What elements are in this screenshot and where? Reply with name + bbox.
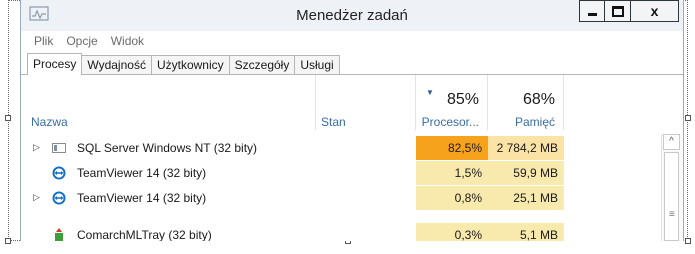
expand-chevron-icon[interactable]: ▷: [33, 142, 40, 153]
process-name: TeamViewer 14 (32 bity): [77, 166, 207, 180]
close-button[interactable]: x: [630, 0, 679, 22]
column-memory-label: Pamięć: [514, 115, 555, 129]
menu-view[interactable]: Widok: [111, 34, 144, 48]
process-cpu: 0,8%: [416, 186, 488, 210]
process-memory: 25,1 MB: [488, 186, 564, 210]
tab-processes[interactable]: Procesy: [27, 53, 83, 75]
process-cpu: 82,5%: [416, 136, 488, 160]
resize-handle-bottom-right[interactable]: [685, 238, 691, 244]
memory-total-percent: 68%: [522, 91, 555, 108]
column-cpu-label: Procesor...: [421, 115, 479, 129]
chevron-up-icon: ^: [669, 136, 674, 147]
maximize-button[interactable]: [604, 0, 631, 22]
teamviewer-icon: [52, 166, 66, 180]
column-header-cpu[interactable]: ▼ 85% Procesor...: [416, 75, 488, 130]
tab-performance[interactable]: Wydajność: [81, 55, 152, 75]
scrollbar-thumb[interactable]: ≡: [664, 152, 679, 241]
process-row[interactable]: ComarchMLTray (32 bity) 0,3% 5,1 MB: [21, 223, 683, 241]
menu-bar: Plik Opcje Widok: [21, 31, 683, 51]
column-name-label: Nazwa: [31, 115, 68, 129]
cpu-total-percent: 85%: [446, 91, 479, 108]
resize-handle-bottom-left[interactable]: [5, 238, 11, 244]
tab-users[interactable]: Użytkownicy: [150, 55, 230, 75]
scroll-up-button[interactable]: ^: [663, 134, 680, 150]
process-row[interactable]: ▷ SQL Server Windows NT (32 bity) 82,5% …: [21, 136, 683, 160]
sql-server-icon: [52, 143, 66, 153]
process-cpu: 0,3%: [416, 223, 488, 241]
process-name: ComarchMLTray (32 bity): [77, 228, 212, 241]
process-name: TeamViewer 14 (32 bity): [77, 191, 207, 205]
column-header-status[interactable]: Stan: [316, 75, 416, 130]
grip-icon: ≡: [669, 209, 675, 220]
maximize-icon: [611, 5, 624, 17]
process-row[interactable]: ▷ TeamViewer 14 (32 bity) 0,8% 25,1 MB: [21, 186, 683, 210]
comarch-tray-icon: [55, 228, 63, 241]
sort-descending-icon: ▼: [426, 88, 434, 97]
resize-handle-right[interactable]: [685, 115, 691, 121]
task-manager-window: Menedżer zadań x Plik Opcje Widok Proces…: [20, 0, 684, 241]
tab-strip: Procesy Wydajność Użytkownicy Szczegóły …: [27, 53, 340, 75]
process-memory: 59,9 MB: [488, 161, 564, 185]
column-header-row: Nazwa Stan ▼ 85% Procesor... 68% Pamięć: [21, 75, 683, 135]
title-bar[interactable]: Menedżer zadań x: [21, 0, 683, 31]
expand-chevron-icon[interactable]: ▷: [33, 192, 40, 203]
close-icon: x: [650, 3, 659, 19]
menu-file[interactable]: Plik: [34, 34, 53, 48]
process-memory: 2 784,2 MB: [488, 136, 564, 160]
column-status-label: Stan: [321, 115, 346, 129]
process-memory: 5,1 MB: [488, 223, 564, 241]
tab-details[interactable]: Szczegóły: [228, 55, 296, 75]
resize-handle-left[interactable]: [5, 115, 11, 121]
vertical-scrollbar[interactable]: ^ ≡: [661, 134, 682, 241]
minimize-icon: [587, 12, 597, 16]
column-header-name[interactable]: Nazwa: [21, 75, 316, 130]
process-cpu: 1,5%: [416, 161, 488, 185]
process-name: SQL Server Windows NT (32 bity): [77, 141, 258, 155]
teamviewer-icon: [52, 191, 66, 205]
column-header-memory[interactable]: 68% Pamięć: [488, 75, 564, 130]
tab-services[interactable]: Usługi: [294, 55, 340, 75]
minimize-button[interactable]: [579, 0, 605, 22]
process-row[interactable]: TeamViewer 14 (32 bity) 1,5% 59,9 MB: [21, 161, 683, 185]
menu-options[interactable]: Opcje: [66, 34, 97, 48]
